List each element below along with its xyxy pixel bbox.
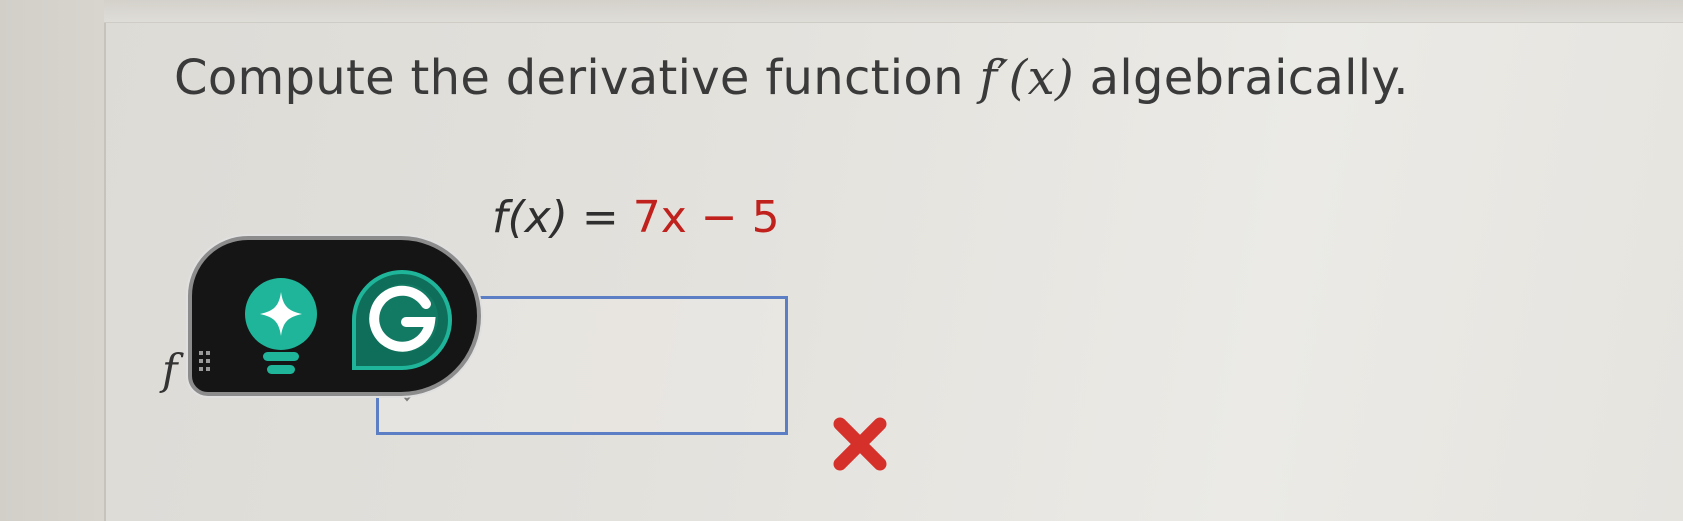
answer-label: f [162, 345, 178, 394]
equation-rhs: 7x − 5 [632, 192, 780, 243]
equation-lhs: f(x) = [492, 192, 633, 243]
question-prefix: Compute the derivative function [174, 50, 980, 106]
given-function: f(x) = 7x − 5 [492, 192, 780, 243]
question-fprime: f′(x) [979, 50, 1075, 106]
top-band [104, 0, 1683, 23]
question-suffix: algebraically. [1074, 50, 1409, 106]
assistant-toolbar [188, 236, 481, 396]
incorrect-x-icon [833, 417, 887, 471]
lightbulb-sparkle-icon[interactable] [236, 276, 326, 376]
screen: Compute the derivative function f′(x) al… [0, 0, 1683, 521]
grammarly-g-icon[interactable] [342, 260, 462, 380]
grip-icon[interactable] [198, 350, 212, 372]
question-text: Compute the derivative function f′(x) al… [174, 50, 1409, 106]
left-gutter [0, 0, 106, 521]
